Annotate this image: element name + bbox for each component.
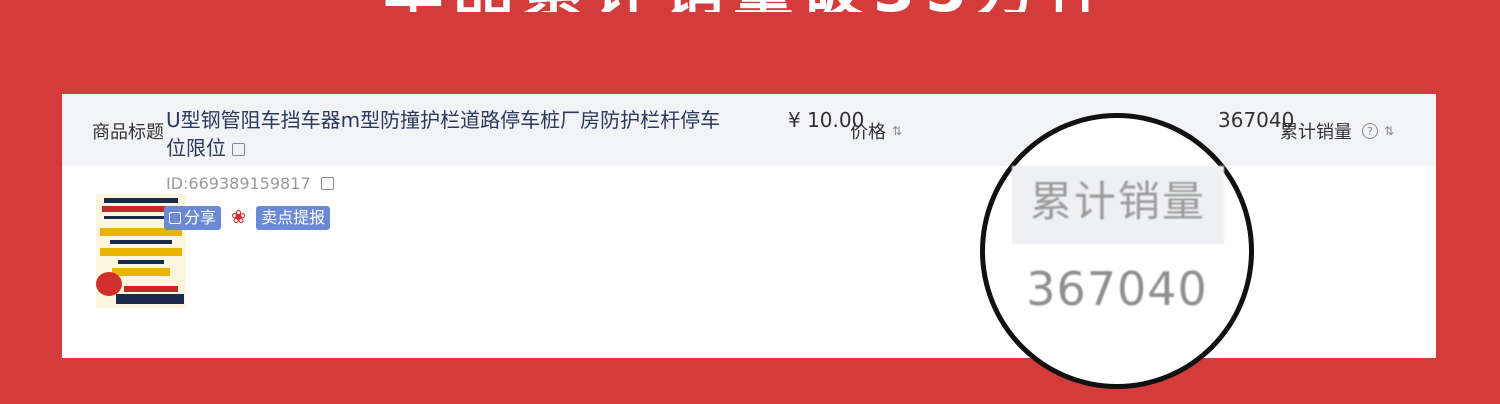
share-button[interactable]: 分享 [164,206,222,230]
copy-icon[interactable] [232,143,245,156]
product-title[interactable]: U型钢管阻车挡车器m型防撞护栏道路停车桩厂房防护栏杆停车位限位 [166,106,736,162]
rose-icon[interactable]: ❀ [231,206,246,230]
product-id-text: ID:669389159817 [166,174,311,193]
product-tags: 分享 ❀ 卖点提报 [164,206,331,230]
magnifier-circle [980,113,1254,389]
sort-icon[interactable]: ⇅ [1384,124,1394,138]
selling-point-button[interactable]: 卖点提报 [256,206,331,230]
column-header-sales[interactable]: 累计销量 ? ⇅ [1280,118,1394,144]
sort-icon[interactable]: ⇅ [892,124,902,138]
copy-icon[interactable] [320,177,334,190]
magnifier-label: 累计销量 [1012,166,1224,244]
share-icon [169,212,181,224]
product-title-text[interactable]: U型钢管阻车挡车器m型防撞护栏道路停车桩厂房防护栏杆停车位限位 [166,108,720,160]
share-button-label: 分享 [184,208,217,227]
product-id: ID:669389159817 [166,174,334,193]
banner-headline: 单品累计销量破35万件 [0,0,1500,12]
product-price: ¥ 10.00 [788,108,865,132]
column-header-title: 商品标题 [92,118,164,144]
product-sales: 367040 [1218,108,1295,132]
magnifier-value: 367040 [1026,262,1208,316]
help-icon[interactable]: ? [1362,123,1378,139]
column-header-title-label: 商品标题 [92,122,164,143]
